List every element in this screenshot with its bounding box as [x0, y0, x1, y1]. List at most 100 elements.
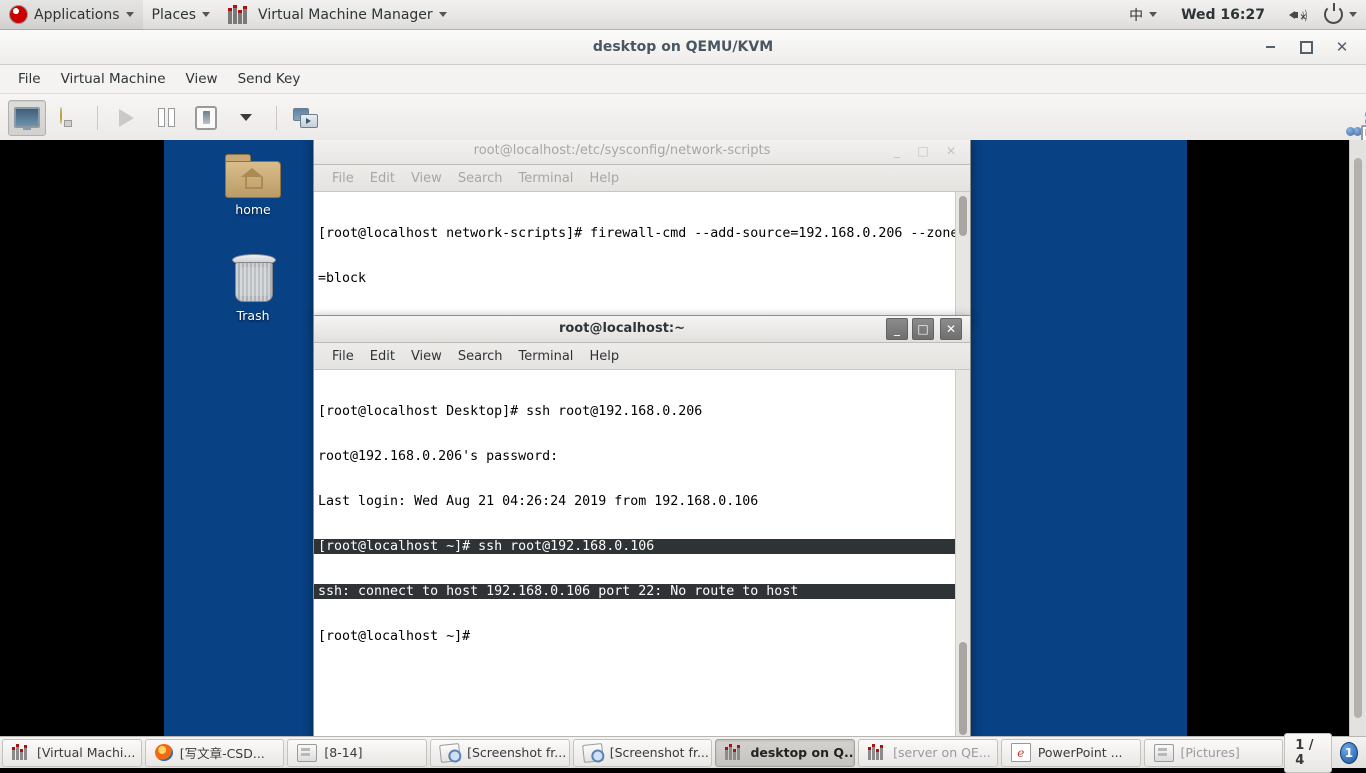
shutdown-options-button[interactable]	[227, 100, 265, 136]
close-icon: ✕	[1336, 40, 1349, 55]
menu-send-key[interactable]: Send Key	[228, 67, 311, 91]
maximize-button[interactable]	[1288, 30, 1324, 64]
taskbar-item-files-8-14[interactable]: [8-14]	[287, 739, 427, 767]
taskbar-item-label: [写文章-CSD...	[180, 743, 265, 762]
vm-graphical-console[interactable]: home Trash root@localhost:/etc/sysconfig…	[0, 140, 1350, 736]
menu-help[interactable]: Help	[581, 168, 627, 189]
menu-search[interactable]: Search	[450, 168, 511, 189]
console-vertical-scrollbar[interactable]	[1349, 140, 1366, 736]
taskbar-item-server-on-qemu[interactable]: [server on QE...	[858, 739, 998, 767]
terminal-titlebar[interactable]: root@localhost:~ _ □ ✕	[314, 316, 970, 343]
run-vm-button[interactable]	[107, 100, 145, 136]
desktop-icon-trash[interactable]: Trash	[210, 254, 296, 323]
volume-indicator[interactable]: ✕	[1280, 0, 1315, 30]
terminal-line: [root@localhost network-scripts]# firewa…	[318, 226, 970, 241]
taskbar-item-label: PowerPoint ...	[1038, 745, 1123, 760]
close-button[interactable]: ✕	[940, 140, 962, 162]
minimize-icon	[1266, 46, 1275, 48]
taskbar-item-label: [Screenshot fr...	[467, 745, 566, 760]
terminal-scrollbar-thumb[interactable]	[959, 196, 967, 236]
active-application-label: Virtual Machine Manager	[258, 7, 433, 23]
clock-label: Wed 16:27	[1175, 7, 1271, 23]
chevron-down-icon	[1349, 12, 1357, 17]
chevron-down-icon	[202, 12, 210, 17]
taskbar-item-label: [Screenshot fr...	[610, 745, 709, 760]
terminal-prompt-line: [root@localhost ~]#	[318, 629, 970, 644]
desktop-icon-home[interactable]: home	[210, 154, 296, 217]
places-menu[interactable]: Places	[143, 0, 220, 30]
clock[interactable]: Wed 16:27	[1166, 0, 1280, 30]
redhat-logo-icon	[9, 5, 28, 24]
menu-search[interactable]: Search	[450, 346, 511, 367]
terminal-window-home[interactable]: root@localhost:~ _ □ ✕ File Edit View Se…	[313, 315, 971, 736]
close-button[interactable]: ✕	[940, 318, 962, 340]
input-method-indicator[interactable]: 中	[1120, 0, 1166, 30]
menu-view[interactable]: View	[176, 67, 228, 91]
terminal-scrollbar[interactable]	[955, 192, 970, 323]
taskbar-item-virtual-machine-manager[interactable]: [Virtual Machi...	[2, 739, 142, 767]
menu-virtual-machine[interactable]: Virtual Machine	[51, 67, 176, 91]
screenshot-icon	[439, 743, 461, 763]
taskbar-item-label: [Virtual Machi...	[37, 745, 135, 760]
menu-view[interactable]: View	[403, 168, 450, 189]
terminal-output[interactable]: [root@localhost Desktop]# ssh root@192.1…	[314, 370, 970, 736]
menu-help[interactable]: Help	[581, 346, 627, 367]
show-graphical-console-button[interactable]	[8, 100, 46, 136]
pause-vm-button[interactable]	[147, 100, 185, 136]
taskbar-item-pictures[interactable]: [Pictures]	[1144, 739, 1284, 767]
system-menu[interactable]	[1315, 0, 1366, 30]
menu-terminal[interactable]: Terminal	[510, 346, 581, 367]
power-icon	[1324, 5, 1343, 24]
volume-muted-icon: ✕	[1289, 7, 1306, 22]
minimize-icon: _	[894, 323, 900, 335]
active-application-menu[interactable]: Virtual Machine Manager	[219, 0, 456, 30]
minimize-icon: _	[894, 145, 900, 157]
taskbar-item-desktop-on-qemu[interactable]: desktop on Q...	[715, 739, 855, 767]
close-icon: ✕	[946, 323, 956, 335]
taskbar-item-powerpoint[interactable]: e PowerPoint ...	[1001, 739, 1141, 767]
terminal-window-network-scripts[interactable]: root@localhost:/etc/sysconfig/network-sc…	[313, 140, 971, 319]
taskbar-item-label: [server on QE...	[893, 745, 991, 760]
show-virtual-hardware-details-button[interactable]	[48, 100, 86, 136]
menu-edit[interactable]: Edit	[362, 168, 403, 189]
maximize-button[interactable]: □	[912, 318, 934, 340]
taskbar-item-screenshot-1[interactable]: [Screenshot fr...	[430, 739, 570, 767]
taskbar-item-screenshot-2[interactable]: [Screenshot fr...	[573, 739, 713, 767]
terminal-line: =block	[318, 271, 970, 286]
menu-edit[interactable]: Edit	[362, 346, 403, 367]
minimize-button[interactable]: _	[886, 318, 908, 340]
workspace-pager[interactable]: 1 / 4	[1284, 733, 1332, 773]
workspace-badge[interactable]: 1	[1340, 742, 1358, 764]
terminal-titlebar[interactable]: root@localhost:/etc/sysconfig/network-sc…	[314, 140, 970, 165]
taskbar-item-firefox[interactable]: [写文章-CSD...	[145, 739, 285, 767]
menu-file[interactable]: File	[324, 168, 362, 189]
vmm-icon	[868, 745, 886, 761]
toolbar-separator	[276, 106, 277, 130]
menu-terminal[interactable]: Terminal	[510, 168, 581, 189]
chevron-down-icon	[1149, 12, 1157, 17]
minimize-button[interactable]: _	[886, 140, 908, 162]
terminal-line: root@192.168.0.206's password:	[318, 449, 970, 464]
window-titlebar[interactable]: desktop on QEMU/KVM ✕	[0, 30, 1366, 65]
menu-file[interactable]: File	[8, 67, 51, 91]
shutdown-vm-button[interactable]	[187, 100, 225, 136]
console-scrollbar-thumb[interactable]	[1354, 158, 1362, 718]
guest-desktop[interactable]: home Trash root@localhost:/etc/sysconfig…	[164, 140, 1187, 736]
minimize-button[interactable]	[1252, 30, 1288, 64]
close-button[interactable]: ✕	[1324, 30, 1360, 64]
menubar: File Virtual Machine View Send Key	[0, 65, 1366, 94]
close-icon: ✕	[946, 145, 956, 157]
desktop-icon-label: home	[210, 202, 296, 217]
menu-file[interactable]: File	[324, 346, 362, 367]
snapshots-button[interactable]	[286, 100, 324, 136]
terminal-scrollbar-thumb[interactable]	[959, 642, 967, 735]
lightbulb-icon	[60, 108, 74, 127]
menu-view[interactable]: View	[403, 346, 450, 367]
firefox-icon	[155, 744, 173, 761]
terminal-line: Last login: Wed Aug 21 04:26:24 2019 fro…	[318, 494, 970, 509]
maximize-button[interactable]: □	[912, 140, 934, 162]
terminal-scrollbar[interactable]	[955, 370, 970, 736]
applications-menu[interactable]: Applications	[0, 0, 143, 30]
taskbar-item-label: [Pictures]	[1181, 745, 1240, 760]
terminal-output[interactable]: [root@localhost network-scripts]# firewa…	[314, 192, 970, 323]
